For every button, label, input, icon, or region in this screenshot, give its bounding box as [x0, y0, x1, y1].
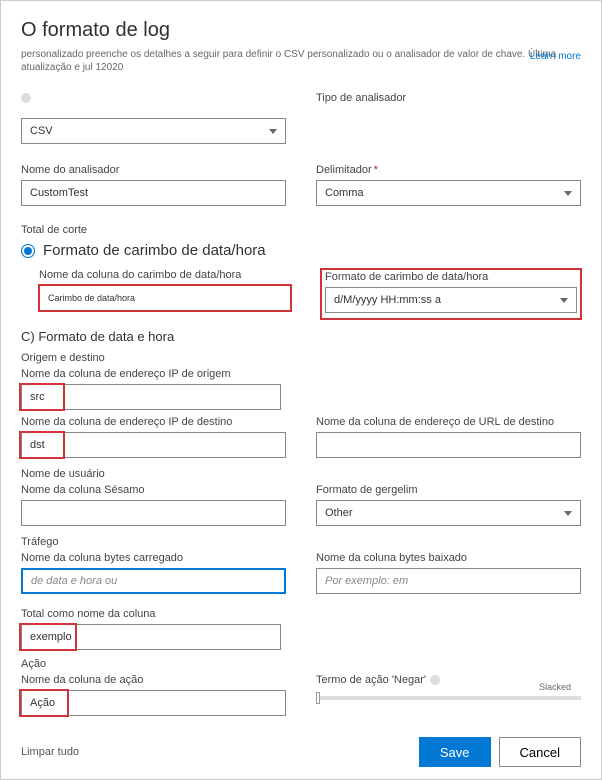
section-c-title: C) Formato de data e hora: [21, 329, 581, 344]
action-section-label: Ação: [21, 658, 581, 670]
info-icon: [21, 93, 31, 103]
dst-input[interactable]: [21, 432, 286, 458]
page-subtitle: personalizado preenche os detalhes a seg…: [21, 48, 581, 74]
parser-type-indicator: [21, 92, 286, 104]
sesame-label: Nome da coluna Sésamo: [21, 484, 286, 496]
delimiter-label: Delimitador: [316, 164, 581, 176]
ts-fmt-select[interactable]: d/M/yyyy HH:mm:ss a: [325, 287, 577, 313]
cancel-button[interactable]: Cancel: [499, 737, 581, 767]
gergelim-label: Formato de gergelim: [316, 484, 581, 496]
ts-fmt-value: d/M/yyyy HH:mm:ss a: [334, 294, 441, 306]
total-col-label: Total como nome da coluna: [21, 608, 581, 620]
deny-slider[interactable]: Slacked: [316, 696, 581, 700]
bytes-up-label: Nome da coluna bytes carregado: [21, 552, 286, 564]
ts-col-input[interactable]: [39, 285, 291, 311]
ts-fmt-label: Formato de carimbo de data/hora: [325, 271, 577, 283]
info-icon: [430, 675, 440, 685]
url-input[interactable]: [316, 432, 581, 458]
page-title: O formato de log: [21, 19, 581, 42]
ts-col-label: Nome da coluna do carimbo de data/hora: [39, 269, 291, 281]
parser-type-value: CSV: [30, 125, 53, 137]
total-col-input[interactable]: [21, 624, 281, 650]
traffic-section-label: Tráfego: [21, 536, 581, 548]
learn-more-link[interactable]: Learn more: [530, 51, 581, 62]
src-label: Nome da coluna de endereço IP de origem: [21, 368, 581, 380]
slider-value-label: Slacked: [539, 682, 571, 692]
url-label: Nome da coluna de endereço de URL de des…: [316, 416, 581, 428]
dst-label: Nome da coluna de endereço IP de destino: [21, 416, 286, 428]
chevron-down-icon: [560, 298, 568, 303]
delimiter-select[interactable]: Comma: [316, 180, 581, 206]
bytes-down-input[interactable]: [316, 568, 581, 594]
src-input[interactable]: [21, 384, 281, 410]
timestamp-format-radio-label: Formato de carimbo de data/hora: [43, 242, 266, 259]
sesame-input[interactable]: [21, 500, 286, 526]
chevron-down-icon: [564, 191, 572, 196]
bytes-down-label: Nome da coluna bytes baixado: [316, 552, 581, 564]
user-section-label: Nome de usuário: [21, 468, 581, 480]
parser-name-input[interactable]: [21, 180, 286, 206]
parser-type-label: Tipo de analisador: [316, 92, 581, 104]
parser-type-select[interactable]: CSV: [21, 118, 286, 144]
chevron-down-icon: [269, 129, 277, 134]
origin-dest-label: Origem e destino: [21, 352, 581, 364]
gergelim-value: Other: [325, 507, 353, 519]
slider-thumb[interactable]: [316, 692, 320, 704]
save-button[interactable]: Save: [419, 737, 491, 767]
cutoff-label: Total de corte: [21, 224, 581, 236]
action-col-input[interactable]: [21, 690, 286, 716]
timestamp-format-radio[interactable]: [21, 244, 35, 258]
bytes-up-input[interactable]: [21, 568, 286, 594]
clear-all-link[interactable]: Limpar tudo: [21, 746, 79, 758]
delimiter-value: Comma: [325, 187, 364, 199]
chevron-down-icon: [564, 511, 572, 516]
gergelim-select[interactable]: Other: [316, 500, 581, 526]
parser-name-label: Nome do analisador: [21, 164, 286, 176]
action-col-label: Nome da coluna de ação: [21, 674, 286, 686]
